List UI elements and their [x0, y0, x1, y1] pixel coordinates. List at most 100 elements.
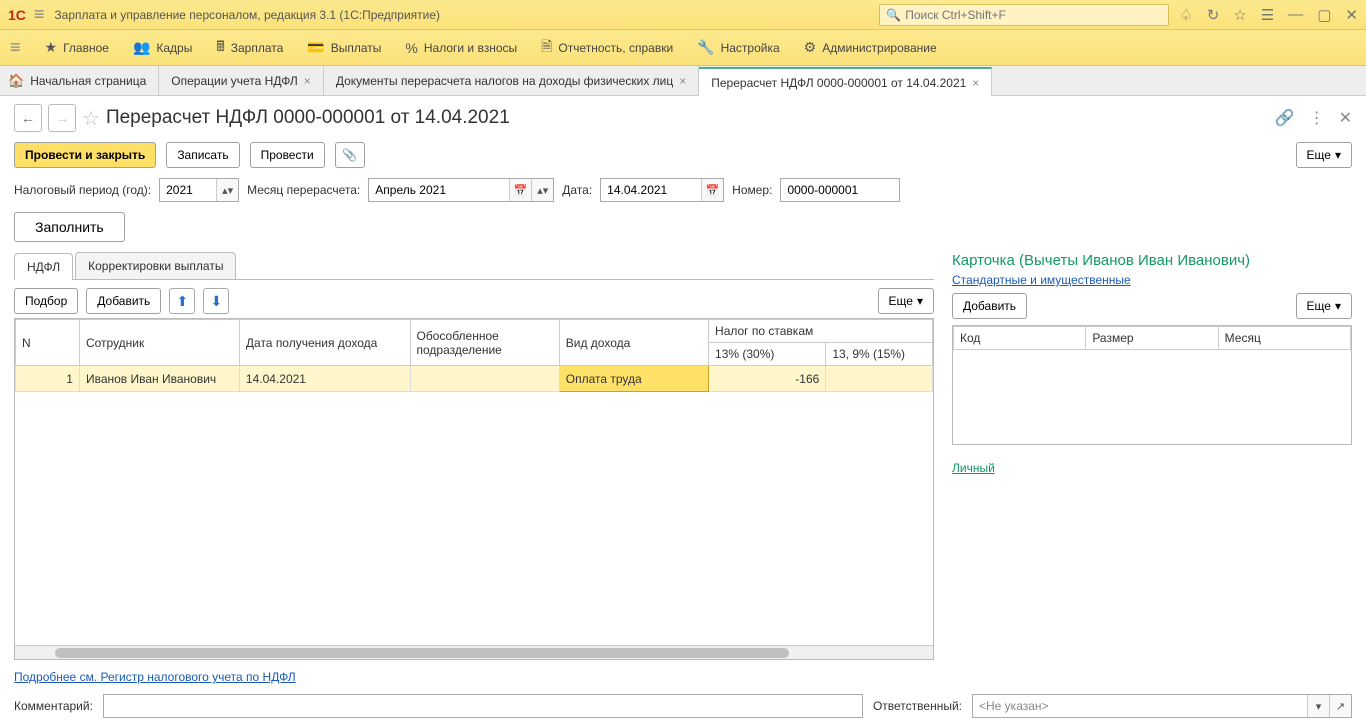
period-input[interactable]	[160, 179, 216, 201]
cell-income-date[interactable]: 14.04.2021	[239, 366, 410, 392]
menu-personnel[interactable]: 👥Кадры	[133, 39, 192, 56]
cell-n[interactable]: 1	[16, 366, 80, 392]
post-and-close-button[interactable]: Провести и закрыть	[14, 142, 156, 168]
close-icon[interactable]: ✕	[1345, 6, 1358, 24]
menu-reports[interactable]: 🗎Отчетность, справки	[541, 36, 673, 60]
comment-input[interactable]	[103, 694, 863, 718]
open-icon[interactable]: ↗	[1329, 695, 1351, 717]
menu-taxes[interactable]: %Налоги и взносы	[405, 40, 517, 56]
percent-icon: %	[405, 40, 417, 56]
col-month[interactable]: Месяц	[1218, 327, 1350, 350]
menu-payments[interactable]: 💳Выплаты	[307, 39, 381, 56]
menu-settings[interactable]: 🔧Настройка	[697, 39, 780, 56]
deductions-grid[interactable]: Код Размер Месяц	[952, 325, 1352, 445]
menu-toggle-icon[interactable]: ≡	[10, 37, 21, 58]
minimize-icon[interactable]: —	[1288, 6, 1303, 23]
close-icon[interactable]: ✕	[1339, 108, 1352, 128]
cell-rate2[interactable]	[826, 366, 933, 392]
table-row[interactable]: 1 Иванов Иван Иванович 14.04.2021 Оплата…	[16, 366, 933, 392]
col-tax-rates[interactable]: Налог по ставкам	[709, 320, 933, 343]
month-field[interactable]: 📅 ▴▾	[368, 178, 554, 202]
menu-salary[interactable]: 🖩Зарплата	[216, 36, 283, 60]
add-row-button[interactable]: Добавить	[86, 288, 161, 314]
cell-rate1[interactable]: -166	[709, 366, 826, 392]
history-icon[interactable]: ↻	[1207, 6, 1220, 24]
maximize-icon[interactable]: ▢	[1317, 6, 1331, 24]
app-logo: 1C	[8, 7, 26, 23]
more-button[interactable]: Еще▾	[1296, 142, 1352, 168]
page-title: Перерасчет НДФЛ 0000-000001 от 14.04.202…	[106, 107, 1269, 129]
forward-button[interactable]: →	[48, 104, 76, 132]
hamburger-icon[interactable]: ≡	[34, 4, 45, 25]
home-icon: 🏠	[8, 73, 24, 89]
col-rate2[interactable]: 13, 9% (15%)	[826, 343, 933, 366]
global-search[interactable]: 🔍	[879, 4, 1169, 26]
grid-more-button[interactable]: Еще▾	[878, 288, 934, 314]
tab-operations[interactable]: Операции учета НДФЛ ×	[159, 66, 324, 95]
number-label: Номер:	[732, 183, 772, 197]
back-button[interactable]: ←	[14, 104, 42, 132]
post-button[interactable]: Провести	[250, 142, 325, 168]
register-link[interactable]: Подробнее см. Регистр налогового учета п…	[14, 670, 296, 684]
kebab-icon[interactable]: ⋮	[1309, 108, 1325, 128]
menu-admin[interactable]: ⚙Администрирование	[804, 39, 937, 56]
date-field[interactable]: 📅	[600, 178, 724, 202]
move-up-button[interactable]: ⬆	[169, 288, 195, 314]
number-input[interactable]	[780, 178, 900, 202]
menu-main[interactable]: ★Главное	[45, 39, 109, 56]
standard-deductions-link[interactable]: Стандартные и имущественные	[952, 273, 1352, 287]
spinner-icon[interactable]: ▴▾	[216, 179, 238, 201]
spinner-icon[interactable]: ▴▾	[531, 179, 553, 201]
card-add-button[interactable]: Добавить	[952, 293, 1027, 319]
arrow-down-icon: ⬇	[210, 293, 222, 310]
main-grid[interactable]: N Сотрудник Дата получения дохода Обособ…	[14, 318, 934, 660]
col-n[interactable]: N	[16, 320, 80, 366]
bell-icon[interactable]: ♤	[1179, 6, 1192, 24]
search-input[interactable]	[905, 8, 1162, 22]
col-employee[interactable]: Сотрудник	[79, 320, 239, 366]
tab-ndfl[interactable]: НДФЛ	[14, 253, 73, 280]
month-input[interactable]	[369, 179, 509, 201]
favorite-icon[interactable]: ☆	[82, 106, 100, 131]
close-icon[interactable]: ×	[972, 76, 979, 90]
close-icon[interactable]: ×	[679, 74, 686, 88]
calendar-icon[interactable]: 📅	[701, 179, 723, 201]
col-rate1[interactable]: 13% (30%)	[709, 343, 826, 366]
link-icon[interactable]: 🔗	[1275, 108, 1295, 128]
col-amount[interactable]: Размер	[1086, 327, 1218, 350]
responsible-field[interactable]: ▾ ↗	[972, 694, 1352, 718]
col-department[interactable]: Обособленное подразделение	[410, 320, 559, 366]
tab-documents[interactable]: Документы перерасчета налогов на доходы …	[324, 66, 699, 95]
horizontal-scrollbar[interactable]	[15, 645, 933, 659]
fill-button[interactable]: Заполнить	[14, 212, 125, 242]
chevron-down-icon: ▾	[1335, 299, 1341, 313]
wrench-icon: 🔧	[697, 39, 714, 56]
tab-corrections[interactable]: Корректировки выплаты	[75, 252, 236, 279]
cell-department[interactable]	[410, 366, 559, 392]
comment-label: Комментарий:	[14, 699, 93, 713]
save-button[interactable]: Записать	[166, 142, 239, 168]
card-more-button[interactable]: Еще▾	[1296, 293, 1352, 319]
calculator-icon: 🖩	[216, 36, 224, 60]
col-code[interactable]: Код	[954, 327, 1086, 350]
date-input[interactable]	[601, 179, 701, 201]
tab-home[interactable]: 🏠 Начальная страница	[0, 66, 159, 95]
search-icon: 🔍	[886, 8, 901, 22]
cell-income-type[interactable]: Оплата труда	[559, 366, 708, 392]
tab-recalc[interactable]: Перерасчет НДФЛ 0000-000001 от 14.04.202…	[699, 67, 992, 96]
personal-link[interactable]: Личный	[952, 461, 995, 475]
col-income-type[interactable]: Вид дохода	[559, 320, 708, 366]
close-icon[interactable]: ×	[304, 74, 311, 88]
filter-icon[interactable]: ☰	[1261, 6, 1274, 24]
period-field[interactable]: ▴▾	[159, 178, 239, 202]
star-icon[interactable]: ☆	[1233, 6, 1246, 24]
cell-employee[interactable]: Иванов Иван Иванович	[79, 366, 239, 392]
attach-button[interactable]: 📎	[335, 142, 365, 168]
chevron-down-icon: ▾	[1335, 148, 1341, 162]
move-down-button[interactable]: ⬇	[203, 288, 229, 314]
calendar-icon[interactable]: 📅	[509, 179, 531, 201]
responsible-input[interactable]	[973, 695, 1307, 717]
chevron-down-icon[interactable]: ▾	[1307, 695, 1329, 717]
col-income-date[interactable]: Дата получения дохода	[239, 320, 410, 366]
select-button[interactable]: Подбор	[14, 288, 78, 314]
